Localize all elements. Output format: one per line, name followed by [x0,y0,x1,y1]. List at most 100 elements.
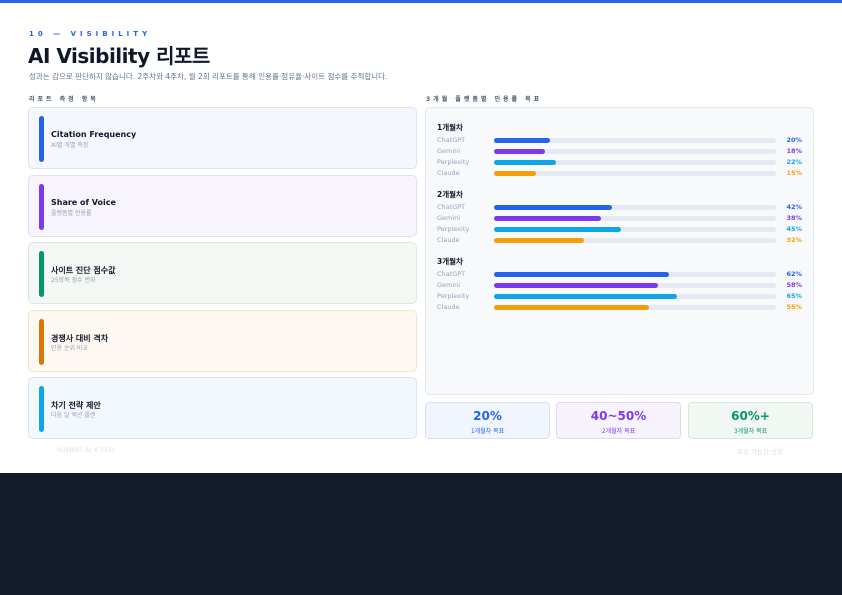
platform-row: Claude 15% [437,168,802,179]
target-box: 60%+ 3개월차 목표 [688,402,813,439]
bar-track [494,305,776,310]
metric-card-subtitle: 25항목 점수 변화 [51,277,96,284]
platform-name: ChatGPT [437,203,466,211]
metric-card: 사이트 진단 점수값 25항목 점수 변화 [28,242,417,304]
target-value: 60%+ [731,409,770,423]
platform-row: Gemini 18% [437,146,802,157]
bar-track [494,272,776,277]
metric-card-subtitle: 플랫폼별 인용률 [51,209,92,217]
platform-name: Claude [437,169,460,177]
platform-row: Claude 32% [437,235,802,246]
bar [494,227,621,232]
data-label: 18% [786,147,802,155]
metric-card-title: Citation Frequency [51,130,137,139]
target-label: 1개월차 목표 [470,428,505,435]
platform-name: ChatGPT [437,270,466,278]
platform-name: Perplexity [437,225,470,233]
bar-track [494,160,776,165]
data-label: 38% [786,214,802,222]
bar [494,160,557,165]
bar [494,305,650,310]
target-label: 2개월차 목표 [601,428,636,435]
platform-row: ChatGPT 42% [437,202,802,213]
platform-row: Perplexity 22% [437,157,802,168]
platform-row: Gemini 38% [437,213,802,224]
metric-card-list: Citation Frequency AI별 개별 측정 Share of Voic… [28,107,417,445]
platform-name: Gemini [437,281,461,289]
target-label: 3개월차 목표 [733,428,768,435]
bar-track [494,238,776,243]
page-subtitle: 성과는 감으로 판단하지 않습니다. 2주차와 4주차, 월 2회 리포트를 통… [29,72,388,81]
platform-row: Perplexity 45% [437,224,802,235]
bar-track [494,216,776,221]
metric-card: Share of Voice 플랫폼별 인용률 [28,174,417,237]
target-value: 40~50% [590,409,647,423]
footer-tagline: 측정 가능한 성장 [737,448,783,456]
platform-row: Gemini 58% [437,280,802,291]
month-group-title: 1개월차 [437,123,463,132]
target-box: 40~50% 2개월차 목표 [556,402,681,439]
platform-row: ChatGPT 62% [437,269,802,280]
data-label: 15% [786,169,802,177]
slide: 10 — VISIBILITY AI Visibility 리포트 성과는 감으… [0,0,842,473]
bar [494,216,602,221]
platform-name: ChatGPT [437,136,466,144]
card-accent-bar [39,251,44,297]
bar [494,171,537,176]
data-label: 65% [786,292,802,300]
data-label: 42% [786,203,802,211]
target-box: 20% 1개월차 목표 [425,402,550,439]
platform-row: ChatGPT 20% [437,135,802,146]
platform-row: Claude 55% [437,302,802,313]
bar [494,238,585,243]
data-label: 22% [786,158,802,166]
month-group-title: 2개월차 [437,190,463,199]
metric-card-subtitle: 인용 순위 비교 [51,344,88,352]
bar-track [494,283,776,288]
target-value: 20% [473,409,502,423]
bar [494,205,613,210]
platform-name: Perplexity [437,158,470,166]
data-label: 58% [786,281,802,289]
bar-track [494,205,776,210]
data-label: 62% [786,270,802,278]
metric-card: 경쟁사 대비 격차 인용 순위 비교 [28,309,417,372]
platform-name: Gemini [437,147,461,155]
data-label: 45% [786,225,802,233]
bar-track [494,294,776,299]
metrics-section-label: 리포트 측정 항목 [29,96,99,103]
data-label: 20% [786,136,802,144]
bar-track [494,227,776,232]
platform-row: Perplexity 65% [437,291,802,302]
metric-card: 차기 전략 제안 다음 달 액션 플랜 [28,377,417,439]
top-accent-bar [0,0,842,3]
bar [494,138,551,143]
target-summary: 20% 1개월차 목표 40~50% 2개월차 목표 60%+ 3개월차 목표 [425,402,814,439]
data-label: 32% [786,236,802,244]
bar [494,283,658,288]
metric-card-subtitle: 다음 달 액션 플랜 [51,412,96,419]
card-accent-bar [39,318,44,365]
card-accent-bar [39,116,44,162]
chart-section-label: 3개월 플랫폼별 인용률 목표 [426,96,543,103]
card-accent-bar [39,183,44,230]
page-title: AI Visibility 리포트 [28,44,210,68]
metric-card-title: Share of Voice [51,197,116,207]
bar-track [494,138,776,143]
bar [494,272,669,277]
platform-name: Gemini [437,214,461,222]
bar [494,149,545,154]
bar [494,294,678,299]
bar-track [494,149,776,154]
platform-name: Perplexity [437,292,470,300]
bar-track [494,171,776,176]
data-label: 55% [786,303,802,311]
metric-card-subtitle: AI별 개별 측정 [51,142,89,149]
card-accent-bar [39,386,44,432]
platform-name: Claude [437,303,460,311]
metric-card: Citation Frequency AI별 개별 측정 [28,107,417,169]
eyebrow-label: 10 — VISIBILITY [29,30,152,38]
citation-target-chart: 1개월차 ChatGPT 20% Gemini 18% Perplexity 22% Clau… [425,107,814,395]
platform-name: Claude [437,236,460,244]
footer-brand: SUMMIT AI X GEO [57,446,115,454]
